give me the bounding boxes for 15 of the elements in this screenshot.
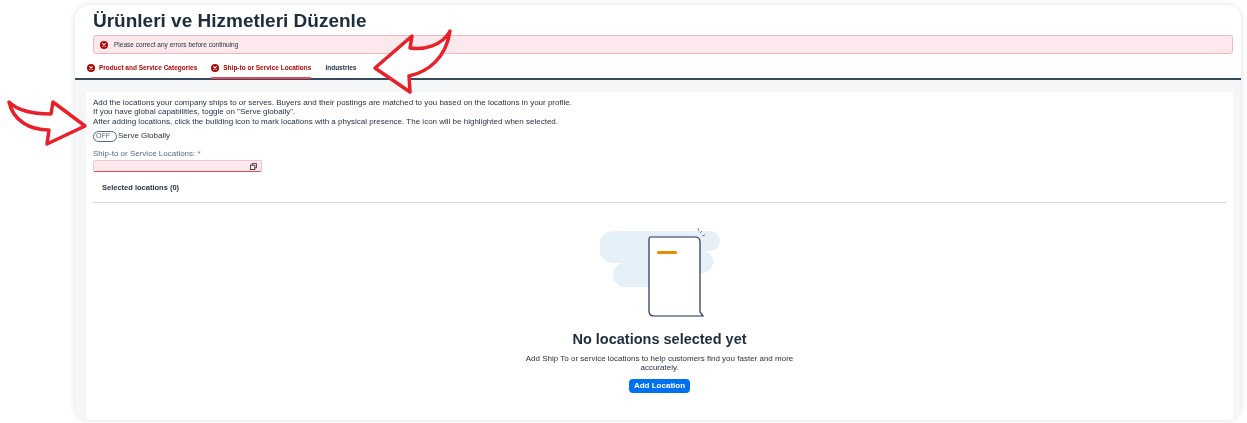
error-icon	[100, 40, 108, 49]
field-label: Ship-to or Service Locations:	[93, 149, 196, 159]
add-location-button[interactable]: Add Location	[628, 379, 691, 394]
error-icon	[211, 63, 220, 72]
locations-input-field[interactable]	[93, 160, 262, 173]
instruction-text: If you have global capabilities, toggle on "Serve globally".	[93, 107, 297, 117]
error-icon	[87, 63, 95, 72]
value-help-icon[interactable]	[250, 162, 257, 170]
toggle-label: Serve Globally	[118, 130, 171, 143]
instruction-text: After adding locations, click the building icon to mark locations with a physical presence. The icon will be highlighted when selected.	[93, 116, 559, 127]
page-title: Ürünleri ve Hizmetleri Düzenle	[93, 9, 368, 33]
empty-state-message: Add Ship To or service locations to help customers find you faster and more accurately.	[524, 354, 795, 373]
required-mark: *	[197, 149, 201, 159]
empty-state-title: No locations selected yet	[572, 329, 747, 349]
instruction-text: Add the locations your company ships to or serves. Buyers and their postings are matched to you based on the locations in your profile.	[93, 97, 573, 108]
